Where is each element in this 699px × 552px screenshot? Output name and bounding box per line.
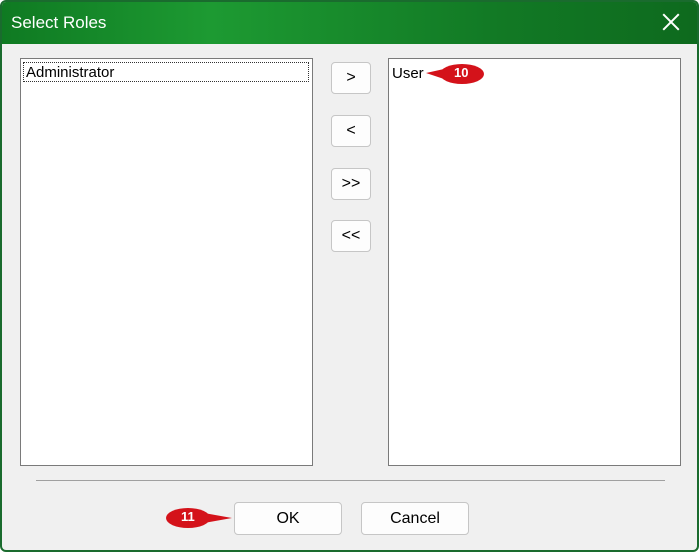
- add-role-button[interactable]: >: [331, 62, 371, 94]
- remove-role-button[interactable]: <: [331, 115, 371, 147]
- close-icon[interactable]: [659, 10, 683, 34]
- add-all-roles-button[interactable]: >>: [331, 168, 371, 200]
- callout-11: 11: [166, 507, 232, 529]
- divider: [36, 480, 665, 481]
- select-roles-dialog: Select Roles Administrator > < >> << Use…: [0, 0, 699, 552]
- available-roles-list[interactable]: Administrator: [20, 58, 313, 466]
- remove-all-roles-button[interactable]: <<: [331, 220, 371, 252]
- list-item[interactable]: User: [392, 64, 424, 83]
- window-title: Select Roles: [11, 13, 107, 32]
- cancel-button[interactable]: Cancel: [361, 502, 469, 535]
- title-bar: Select Roles: [2, 2, 697, 44]
- callout-label: 11: [181, 509, 195, 524]
- callout-label: 10: [454, 65, 469, 80]
- ok-button[interactable]: OK: [234, 502, 342, 535]
- selected-roles-list[interactable]: User: [388, 58, 681, 466]
- list-item[interactable]: Administrator: [23, 62, 309, 82]
- callout-10: 10: [426, 63, 484, 85]
